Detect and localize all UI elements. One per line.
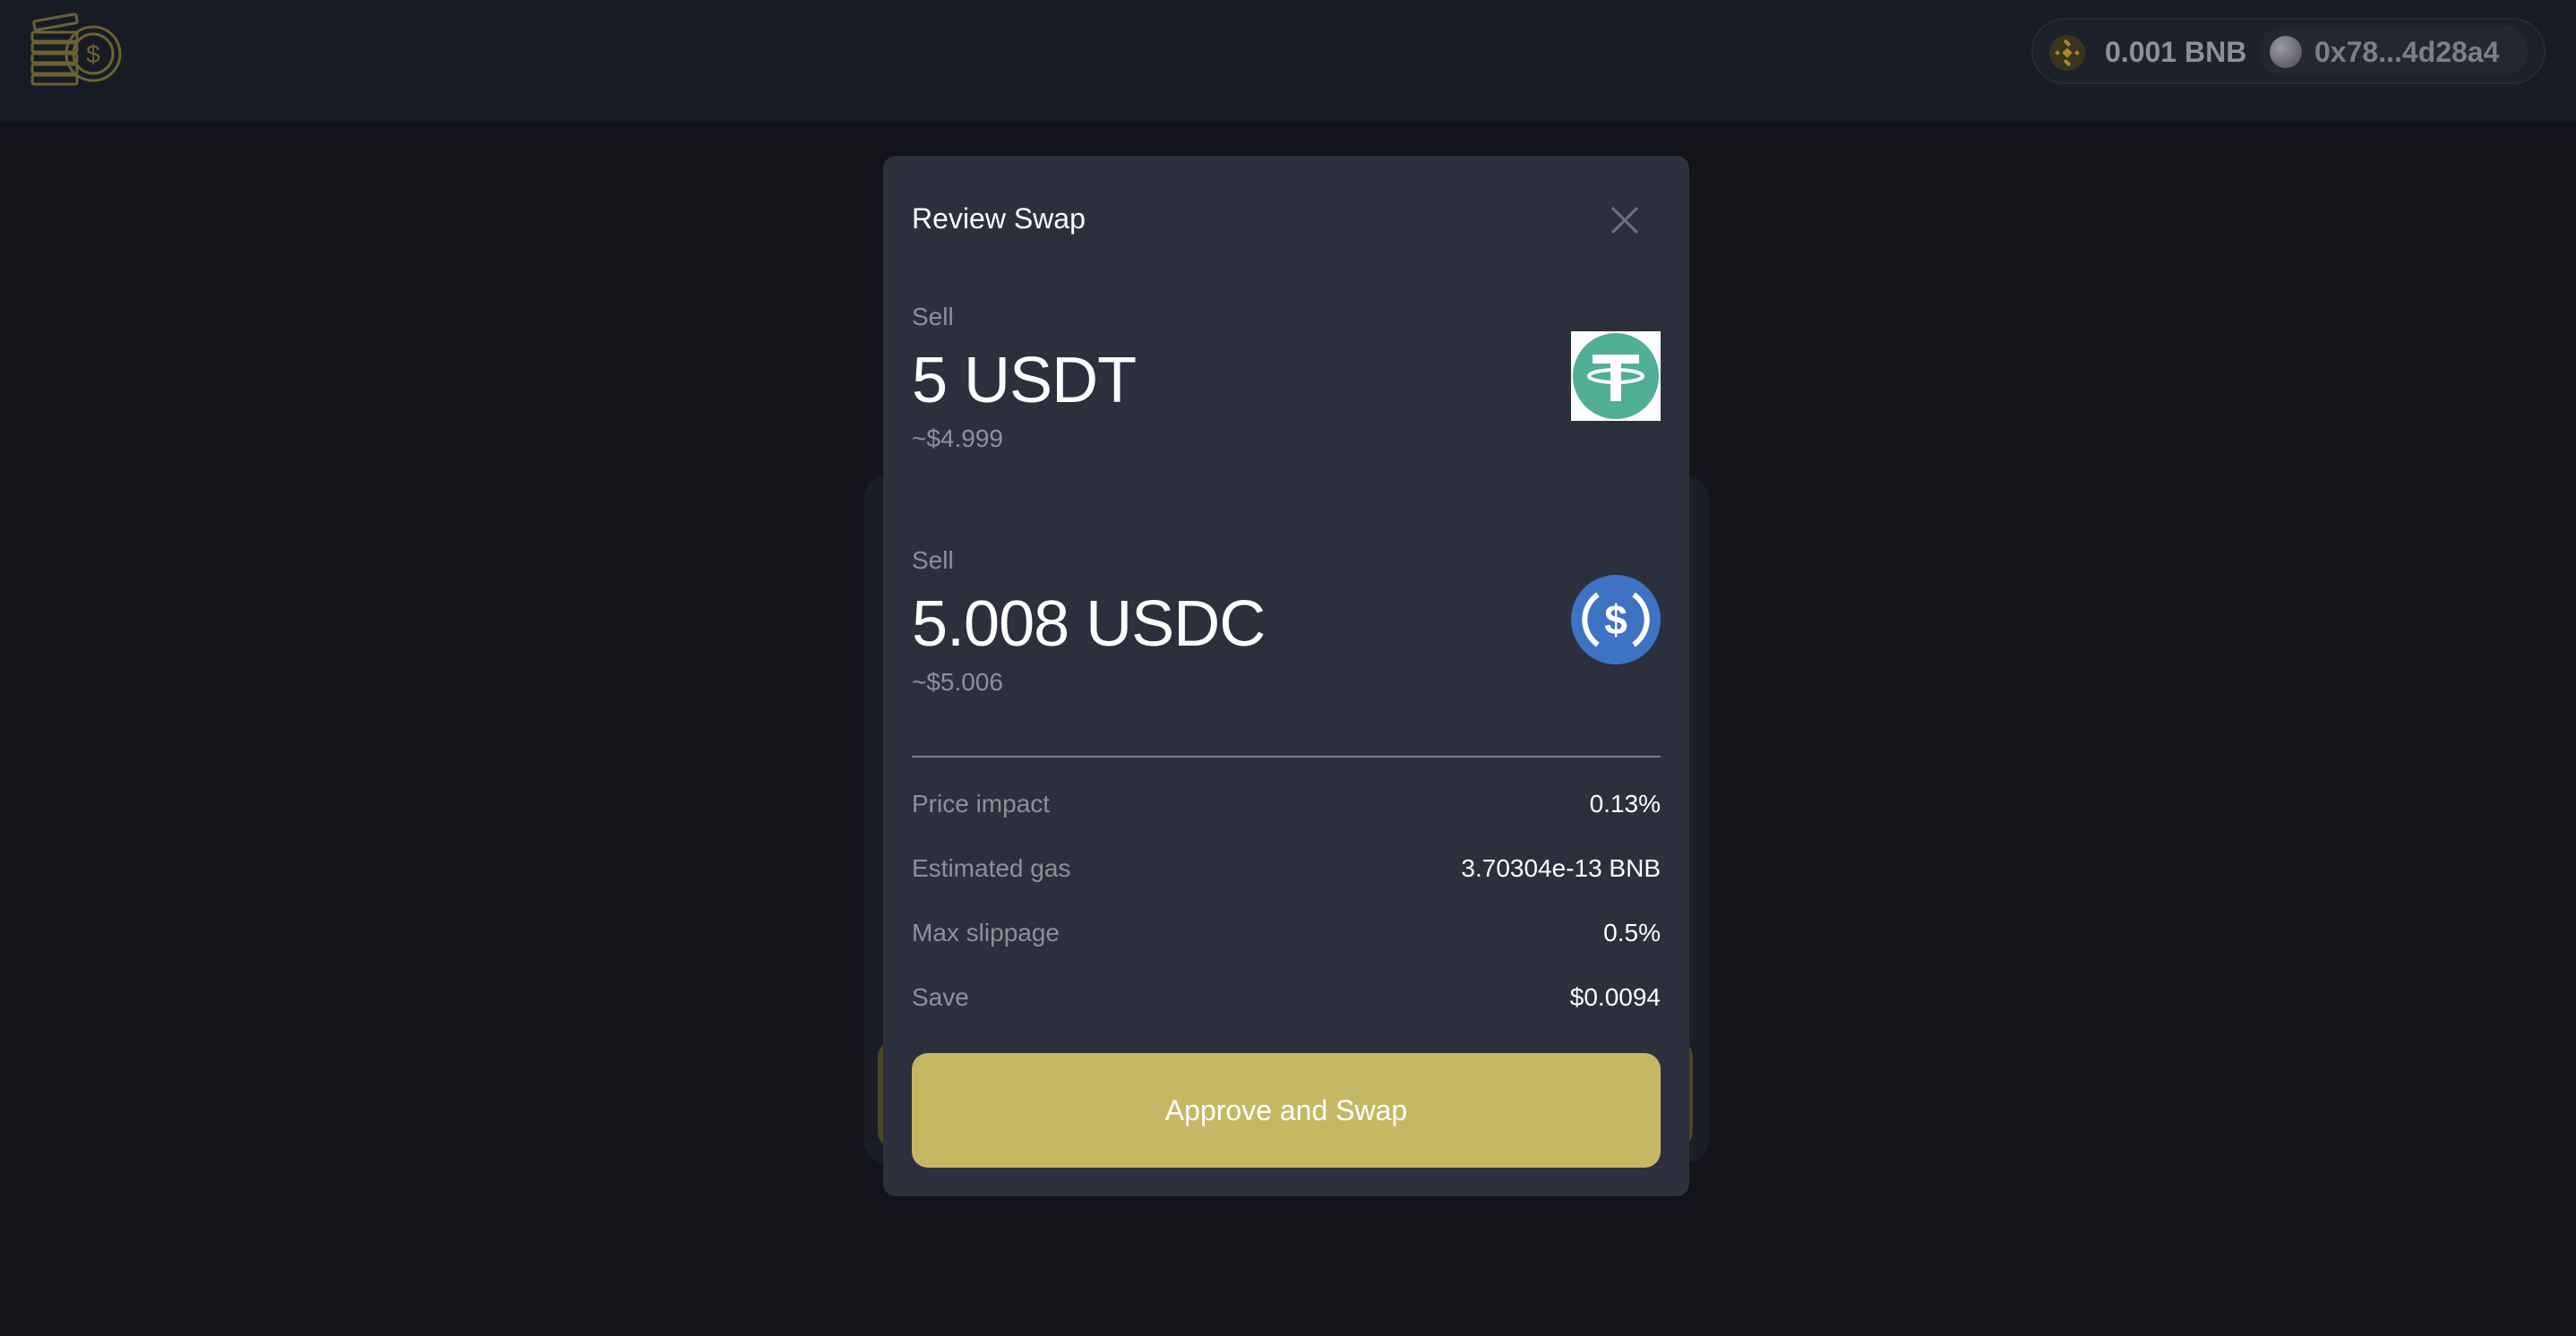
buy-usd-value: ~$5.006 — [912, 668, 1003, 696]
bnb-balance: 0.001 BNB — [2105, 36, 2247, 68]
svg-text:$: $ — [86, 40, 100, 68]
wallet-address: 0x78...4d28a4 — [2314, 36, 2500, 68]
sell-label: Sell — [912, 303, 954, 330]
buy-label: Sell — [912, 546, 954, 574]
svg-text:$: $ — [1604, 596, 1627, 643]
review-swap-modal: Review Swap Sell 5 USDT ~$4.999 Sell 5.0… — [883, 156, 1689, 1196]
detail-value: 3.70304e-13 BNB — [1461, 854, 1661, 882]
detail-value: 0.5% — [1603, 919, 1661, 946]
avatar — [2270, 36, 2302, 68]
wallet-balance-pill[interactable]: 0.001 BNB 0x78...4d28a4 — [2031, 18, 2546, 84]
detail-row-price-impact: Price impact 0.13% — [912, 790, 1661, 826]
detail-row-max-slippage: Max slippage 0.5% — [912, 919, 1661, 955]
buy-amount: 5.008 USDC — [912, 588, 1266, 660]
bnb-icon — [2049, 35, 2085, 71]
top-navigation-bar: $ 0.001 BNB 0x78...4d28a4 — [0, 0, 2576, 122]
wallet-address-button[interactable]: 0x78...4d28a4 — [2259, 25, 2528, 77]
detail-row-save: Save $0.0094 — [912, 983, 1661, 1019]
sell-usd-value: ~$4.999 — [912, 424, 1003, 452]
detail-label: Max slippage — [912, 919, 1060, 946]
close-icon[interactable] — [1605, 201, 1644, 240]
approve-and-swap-button[interactable]: Approve and Swap — [912, 1053, 1661, 1168]
sell-amount: 5 USDT — [912, 345, 1137, 416]
detail-row-estimated-gas: Estimated gas 3.70304e-13 BNB — [912, 854, 1661, 890]
modal-title: Review Swap — [912, 202, 1086, 235]
detail-value: 0.13% — [1589, 790, 1661, 818]
section-divider — [912, 756, 1661, 758]
coin-stack-logo-icon[interactable]: $ — [27, 9, 131, 90]
detail-label: Price impact — [912, 790, 1051, 818]
detail-label: Save — [912, 983, 969, 1011]
detail-value: $0.0094 — [1569, 983, 1661, 1011]
detail-label: Estimated gas — [912, 854, 1071, 882]
usdt-icon — [1571, 331, 1661, 421]
usdc-icon: $ — [1571, 575, 1661, 664]
